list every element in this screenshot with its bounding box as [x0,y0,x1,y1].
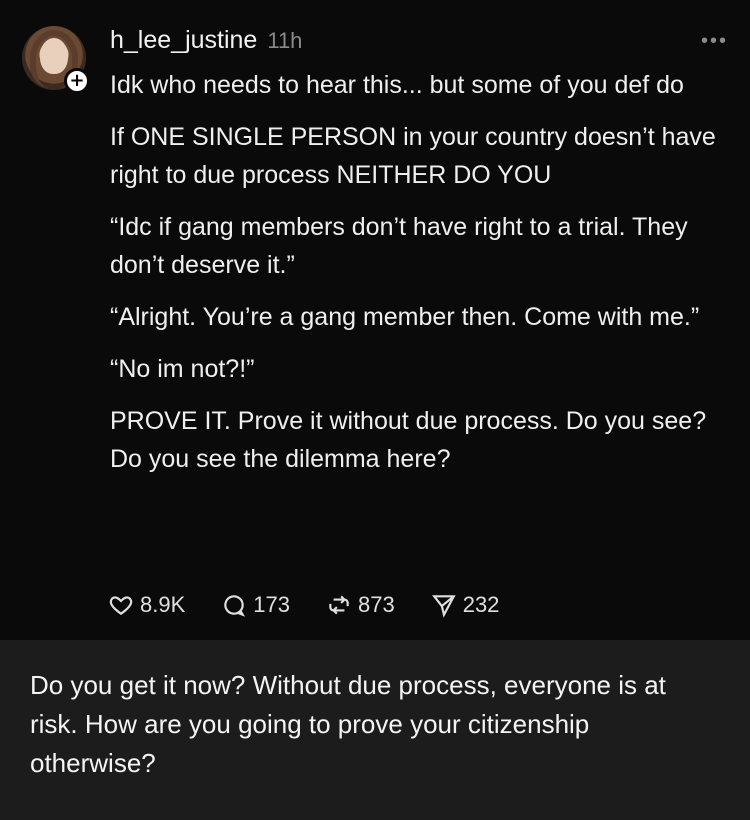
avatar-face [40,38,68,74]
reply-button[interactable]: 173 [221,592,290,618]
reply-count: 173 [253,592,290,617]
caption-text: Do you get it now? Without due process, … [30,670,666,778]
send-icon [431,595,456,618]
post-paragraph: Idk who needs to hear this... but some o… [110,71,684,99]
share-count: 232 [462,592,500,617]
action-bar: 8.9K 173 873 232 [108,592,535,618]
username[interactable]: h_lee_justine [110,26,257,55]
post-paragraph: “Idc if gang members don’t have right to… [110,213,688,279]
like-button[interactable]: 8.9K [108,592,185,618]
like-count: 8.9K [140,592,186,617]
post-body: Idk who needs to hear this... but some o… [110,66,720,492]
repost-icon [329,595,349,615]
more-options-icon[interactable]: ••• [701,30,728,53]
post-time: 11h [267,28,303,53]
share-button[interactable]: 232 [431,592,500,618]
caption-box: Do you get it now? Without due process, … [0,640,750,820]
follow-plus-icon[interactable]: + [64,68,90,94]
repost-button[interactable]: 873 [326,592,395,618]
post-card: + h_lee_justine 11h ••• Idk who needs to… [0,0,750,640]
post-paragraph: “No im not?!” [110,355,255,383]
repost-count: 873 [357,592,395,617]
post-paragraph: PROVE IT. Prove it without due process. … [110,407,707,473]
post-paragraph: If ONE SINGLE PERSON in your country doe… [110,123,716,189]
post-header: h_lee_justine 11h [110,26,302,58]
comment-bubble-icon [224,595,246,617]
heart-icon [109,596,133,615]
post-paragraph: “Alright. You’re a gang member then. Com… [110,303,700,331]
